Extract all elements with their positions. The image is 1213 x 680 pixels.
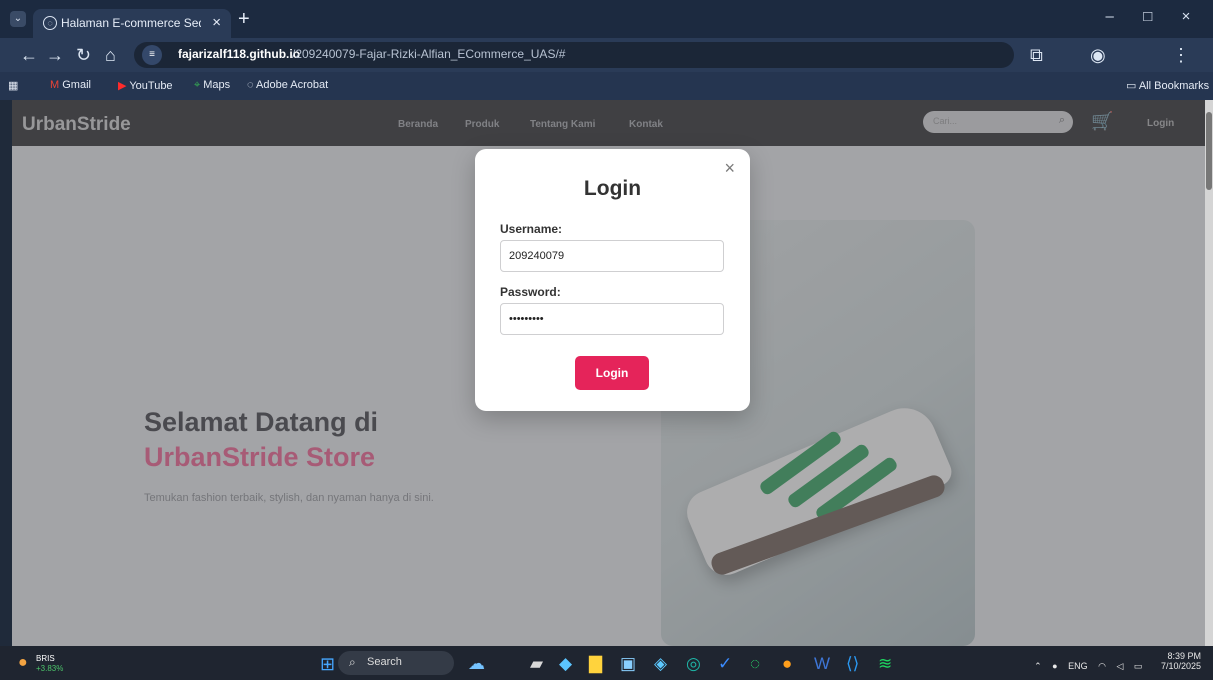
globe-icon: ◌ — [43, 16, 57, 30]
word-icon[interactable]: W — [814, 654, 830, 674]
wifi-icon[interactable]: ◠ — [1098, 661, 1106, 671]
stock-change: +3.83% — [36, 664, 64, 673]
browser-toolbar: ← → ↻ ⌂ ≡ fajarizalf118.github.io /20924… — [0, 38, 1213, 72]
bookmark-youtube[interactable]: ▶ YouTube — [118, 79, 173, 92]
stock-widget[interactable]: ● BRIS +3.83% — [18, 652, 98, 674]
back-icon[interactable]: ← — [20, 45, 38, 66]
url-host: fajarizalf118.github.io — [178, 47, 301, 61]
volume-icon[interactable]: ◁ — [1116, 661, 1123, 671]
taskbar-search[interactable]: ⌕ Search — [338, 651, 454, 675]
login-title: Login — [583, 177, 642, 200]
chrome-icon[interactable]: ● — [782, 654, 792, 674]
taskbar-search-label: Search — [367, 656, 402, 668]
folder-icon[interactable]: ▇ — [589, 654, 602, 674]
checkmark-app-icon[interactable]: ✓ — [718, 654, 732, 674]
stock-ticker-info: BRIS +3.83% — [36, 654, 63, 674]
minimize-button[interactable]: – — [1093, 8, 1127, 25]
weather-app-icon[interactable]: ☁ — [468, 654, 485, 674]
bookmark-youtube-label: YouTube — [129, 80, 173, 92]
username-label: Username: — [500, 222, 563, 236]
youtube-icon: ▶ — [118, 80, 130, 92]
notification-app-icon[interactable]: ● — [1052, 661, 1057, 671]
globe-icon: ◌ — [247, 79, 256, 91]
bookmarks-bar: ▦ M Gmail ▶ YouTube ⌖ Maps ◌ Adobe Acrob… — [0, 72, 1213, 100]
windows-taskbar: ● BRIS +3.83% ⊞ ⌕ Search ☁ ▰ ◆ ▇ ▣ ◈ ◎ ✓ … — [0, 646, 1213, 680]
page-scrollbar[interactable] — [1205, 100, 1213, 646]
bookmark-acrobat-label: Adobe Acrobat — [256, 79, 329, 91]
tab-title: Halaman E-commerce Sederhar — [61, 16, 201, 30]
edge-icon[interactable]: ◎ — [686, 654, 701, 674]
browser-tab-strip: ⌄ ◌ Halaman E-commerce Sederhar × + – □ … — [0, 0, 1213, 38]
file-app-icon[interactable]: ▰ — [530, 654, 543, 674]
stock-icon: ● — [18, 654, 28, 671]
bookmark-maps[interactable]: ⌖ Maps — [194, 79, 230, 92]
home-icon[interactable]: ⌂ — [105, 45, 116, 66]
reload-icon[interactable]: ↻ — [76, 45, 91, 66]
bookmark-gmail-label: Gmail — [62, 79, 91, 91]
profile-icon[interactable]: ◉ — [1090, 45, 1106, 66]
all-bookmarks[interactable]: ▭ All Bookmarks — [1126, 79, 1209, 92]
windows-start-icon[interactable]: ⊞ — [320, 654, 335, 675]
copilot-icon[interactable]: ◆ — [559, 654, 572, 674]
menu-icon[interactable]: ⋮ — [1172, 45, 1190, 66]
store-icon[interactable]: ▣ — [620, 654, 636, 674]
url-path: /209240079-Fajar-Rizki-Alfian_ECommerce_… — [292, 47, 566, 61]
system-tray: ⌃ ● ENG ◠ ◁ ▭ 8:39 PM 7/10/2025 — [1026, 651, 1201, 672]
bookmark-gmail[interactable]: M Gmail — [50, 79, 91, 91]
folder-icon: ▭ — [1126, 80, 1139, 92]
close-window-button[interactable]: × — [1169, 8, 1203, 25]
password-input[interactable] — [500, 303, 724, 335]
maps-icon: ⌖ — [194, 79, 204, 91]
site-info-icon[interactable]: ≡ — [142, 45, 162, 65]
clock-date: 7/10/2025 — [1160, 661, 1201, 671]
clock-time: 8:39 PM — [1167, 651, 1201, 661]
close-icon[interactable]: × — [724, 158, 735, 179]
login-modal: × Login Username: Password: Login — [475, 149, 750, 411]
whatsapp-icon[interactable]: ◌ — [750, 654, 760, 674]
stock-ticker: BRIS — [36, 654, 55, 663]
language-indicator[interactable]: ENG — [1068, 661, 1088, 671]
tab-close-button[interactable]: × — [212, 14, 221, 31]
taskbar-clock[interactable]: 8:39 PM 7/10/2025 — [1153, 651, 1201, 671]
tray-overflow-icon[interactable]: ⌃ — [1034, 661, 1042, 671]
battery-icon[interactable]: ▭ — [1134, 661, 1143, 671]
new-tab-button[interactable]: + — [238, 8, 250, 31]
active-browser-tab[interactable]: ◌ Halaman E-commerce Sederhar × — [33, 9, 231, 38]
scroll-thumb[interactable] — [1206, 112, 1212, 190]
spotify-icon[interactable]: ≋ — [878, 654, 892, 674]
photos-icon[interactable]: ◈ — [654, 654, 667, 674]
apps-icon[interactable]: ▦ — [8, 79, 18, 92]
vscode-icon[interactable]: ⟨⟩ — [846, 654, 859, 674]
bookmark-adobe-acrobat[interactable]: ◌ Adobe Acrobat — [247, 79, 328, 91]
gmail-icon: M — [50, 79, 63, 91]
address-bar[interactable]: ≡ fajarizalf118.github.io /209240079-Faj… — [134, 42, 1014, 68]
extensions-icon[interactable]: ⧉ — [1030, 45, 1043, 66]
search-icon: ⌕ — [349, 655, 356, 669]
login-submit-button[interactable]: Login — [575, 356, 649, 390]
password-label: Password: — [500, 285, 561, 299]
bookmark-maps-label: Maps — [203, 79, 231, 91]
maximize-button[interactable]: □ — [1131, 8, 1165, 25]
username-input[interactable] — [500, 240, 724, 272]
forward-icon[interactable]: → — [46, 45, 64, 66]
tab-search-icon[interactable]: ⌄ — [10, 11, 26, 27]
all-bookmarks-label: All Bookmarks — [1138, 80, 1210, 92]
window-controls: – □ × — [1093, 8, 1203, 25]
